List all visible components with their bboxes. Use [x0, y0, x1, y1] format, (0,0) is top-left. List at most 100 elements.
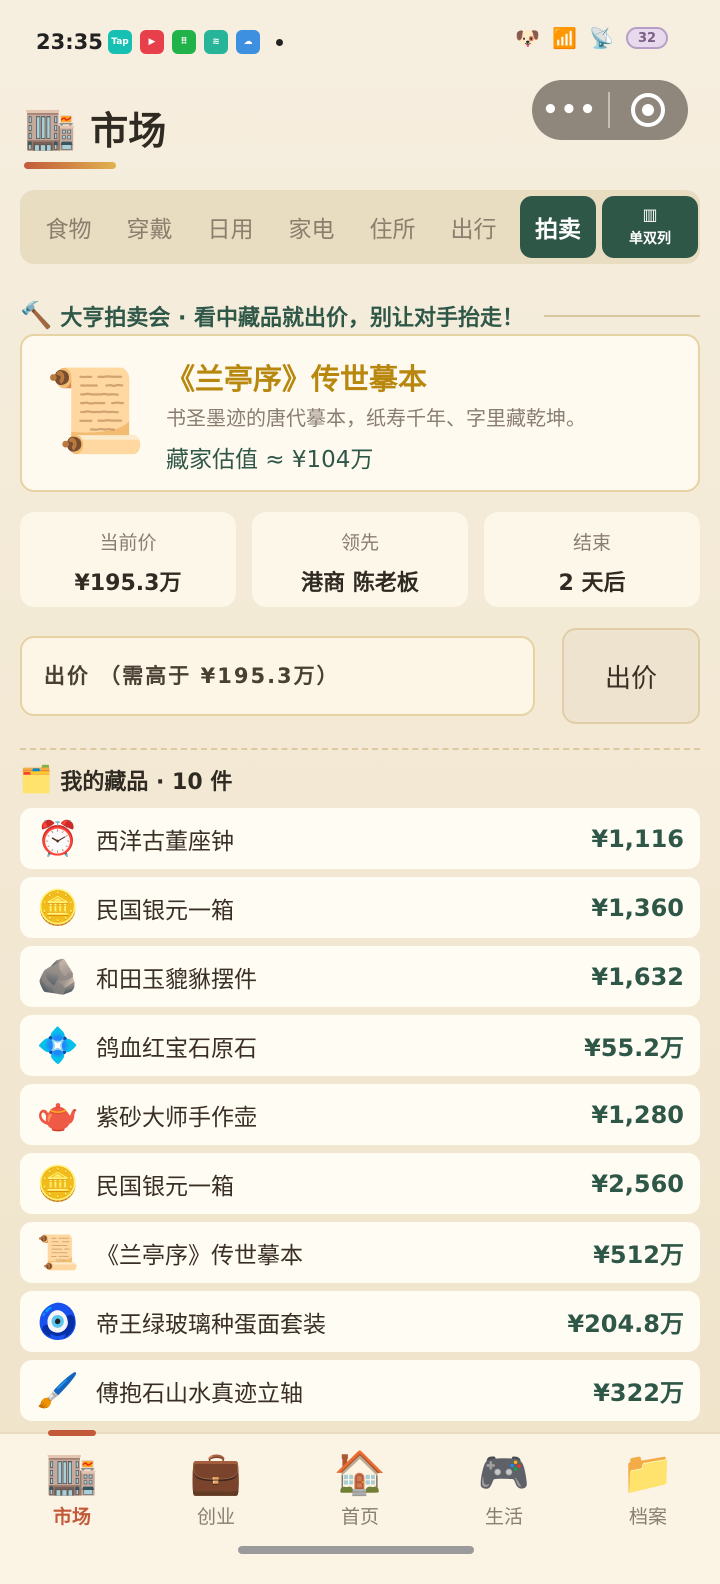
nav-label: 创业: [196, 1506, 235, 1528]
stat-label: 领先: [340, 532, 379, 554]
more-options-button[interactable]: •••: [532, 95, 608, 125]
cellular-icon: 📡: [589, 26, 614, 50]
scroll-icon: 📜: [44, 364, 147, 459]
page-header: 🏬 市场: [24, 100, 166, 155]
list-item[interactable]: 🪙 民国银元一箱 ¥1,360: [20, 877, 700, 938]
item-price: ¥55.2万: [584, 1034, 684, 1062]
notification-icons: Tap ▶ ⠿ ≋ ☁: [108, 30, 283, 54]
grid-app-icon: ⠿: [172, 30, 196, 54]
collection-title: 我的藏品 · 10 件: [60, 770, 233, 795]
tab-appliance[interactable]: 家电: [271, 210, 352, 244]
category-tabs: 食物 穿戴 日用 家电 住所 出行 拍卖 ▥ 单双列: [20, 190, 700, 264]
clock-icon: ⏰: [36, 818, 80, 859]
diamond-icon: 💠: [36, 1025, 80, 1066]
stat-value: 港商 陈老板: [301, 571, 419, 596]
market-building-icon: 🏬: [45, 1448, 99, 1497]
house-icon: 🏠: [333, 1448, 387, 1497]
current-price-stat: 当前价 ¥195.3万: [20, 512, 236, 607]
item-price: ¥1,632: [591, 962, 684, 991]
item-name: 民国银元一箱: [96, 1173, 234, 1200]
video-app-icon: ▶: [140, 30, 164, 54]
nazar-amulet-icon: 🧿: [36, 1301, 80, 1342]
nav-life[interactable]: 🎮 生活: [432, 1434, 576, 1584]
coin-icon: 🪙: [36, 887, 80, 928]
tab-food[interactable]: 食物: [28, 210, 109, 244]
bottom-nav: 🏬 市场 💼 创业 🏠 首页 🎮 生活 📁 档案: [0, 1430, 720, 1584]
lot-description: 书圣墨迹的唐代摹本，纸寿千年、字里藏乾坤。: [166, 406, 586, 430]
scroll-icon: 📜: [36, 1232, 80, 1273]
status-bar: 23:35 Tap ▶ ⠿ ≋ ☁ 🐶 📶 📡 32: [0, 0, 720, 88]
list-item[interactable]: 🧿 帝王绿玻璃种蛋面套装 ¥204.8万: [20, 1291, 700, 1352]
item-price: ¥512万: [593, 1241, 684, 1269]
gamepad-icon: 🎮: [477, 1448, 531, 1497]
market-building-icon: 🏬: [24, 102, 77, 152]
nav-archive[interactable]: 📁 档案: [576, 1434, 720, 1584]
more-notifications-dot: [276, 38, 283, 46]
bid-button[interactable]: 出价: [562, 628, 700, 724]
list-item[interactable]: ⏰ 西洋古董座钟 ¥1,116: [20, 808, 700, 869]
item-price: ¥2,560: [591, 1169, 684, 1198]
teapot-icon: 🫖: [36, 1094, 80, 1135]
auction-banner-text: 大亨拍卖会 · 看中藏品就出价，别让对手抬走！: [60, 306, 525, 331]
list-item[interactable]: 🖌️ 傅抱石山水真迹立轴 ¥322万: [20, 1360, 700, 1421]
banner-divider: [544, 315, 700, 317]
item-name: 《兰亭序》传世摹本: [96, 1242, 303, 1269]
list-item[interactable]: 🪙 民国银元一箱 ¥2,560: [20, 1153, 700, 1214]
view-toggle-button[interactable]: ▥ 单双列: [602, 196, 698, 258]
nav-home[interactable]: 🏠 首页: [288, 1434, 432, 1584]
paintbrush-icon: 🖌️: [36, 1370, 80, 1411]
stat-label: 结束: [572, 532, 611, 554]
auction-lot-card[interactable]: 📜 《兰亭序》传世摹本 书圣墨迹的唐代摹本，纸寿千年、字里藏乾坤。 藏家估值 ≈…: [20, 334, 700, 492]
list-item[interactable]: 🪨 和田玉貔貅摆件 ¥1,632: [20, 946, 700, 1007]
list-item[interactable]: 🫖 紫砂大师手作壶 ¥1,280: [20, 1084, 700, 1145]
item-price: ¥204.8万: [567, 1310, 684, 1338]
signal-app-icon: ≋: [204, 30, 228, 54]
item-name: 傅抱石山水真迹立轴: [96, 1380, 303, 1407]
nav-label: 市场: [52, 1506, 91, 1528]
nav-business[interactable]: 💼 创业: [144, 1434, 288, 1584]
folder-icon: 📁: [621, 1448, 675, 1497]
item-name: 民国银元一箱: [96, 897, 234, 924]
system-icons: 🐶 📶 📡 32: [515, 26, 668, 50]
taptap-app-icon: Tap: [108, 30, 132, 54]
item-price: ¥322万: [593, 1379, 684, 1407]
nav-label: 档案: [628, 1506, 667, 1528]
status-time: 23:35: [36, 30, 103, 54]
collection-header: 🗂️ 我的藏品 · 10 件: [20, 764, 232, 796]
hammer-icon: 🔨: [20, 301, 53, 331]
page-title: 市场: [90, 109, 167, 153]
list-item[interactable]: 📜 《兰亭序》传世摹本 ¥512万: [20, 1222, 700, 1283]
lot-title: 《兰亭序》传世摹本: [166, 362, 428, 396]
stat-value: 2 天后: [558, 571, 626, 596]
nav-label: 首页: [340, 1506, 379, 1528]
wifi-icon: 📶: [552, 26, 578, 50]
leader-stat: 领先 港商 陈老板: [252, 512, 468, 607]
list-item[interactable]: 💠 鸽血红宝石原石 ¥55.2万: [20, 1015, 700, 1076]
coin-icon: 🪙: [36, 1163, 80, 1204]
auction-stats: 当前价 ¥195.3万 领先 港商 陈老板 结束 2 天后: [20, 512, 700, 607]
auction-banner: 🔨 大亨拍卖会 · 看中藏品就出价，别让对手抬走！: [20, 300, 700, 332]
section-divider: [20, 748, 700, 750]
tab-housing[interactable]: 住所: [352, 210, 433, 244]
battery-icon: 32: [626, 27, 668, 49]
miniprogram-capsule: •••: [532, 80, 688, 140]
tab-daily[interactable]: 日用: [190, 210, 271, 244]
item-name: 帝王绿玻璃种蛋面套装: [96, 1311, 326, 1338]
item-price: ¥1,116: [591, 824, 684, 853]
item-price: ¥1,360: [591, 893, 684, 922]
bid-input[interactable]: [20, 636, 535, 716]
item-price: ¥1,280: [591, 1100, 684, 1129]
active-tab-indicator: [48, 1430, 96, 1436]
rock-icon: 🪨: [36, 956, 80, 997]
tab-travel[interactable]: 出行: [433, 210, 514, 244]
card-index-icon: 🗂️: [20, 765, 53, 795]
lot-estimate: 藏家估值 ≈ ¥104万: [166, 447, 374, 473]
stat-value: ¥195.3万: [74, 571, 182, 596]
close-miniprogram-button[interactable]: [610, 93, 686, 127]
view-toggle-label: 单双列: [629, 231, 671, 247]
columns-icon: ▥: [642, 205, 658, 224]
tab-wear[interactable]: 穿戴: [109, 210, 190, 244]
tab-auction[interactable]: 拍卖: [520, 196, 596, 258]
nav-market[interactable]: 🏬 市场: [0, 1434, 144, 1584]
home-indicator[interactable]: [238, 1546, 474, 1554]
